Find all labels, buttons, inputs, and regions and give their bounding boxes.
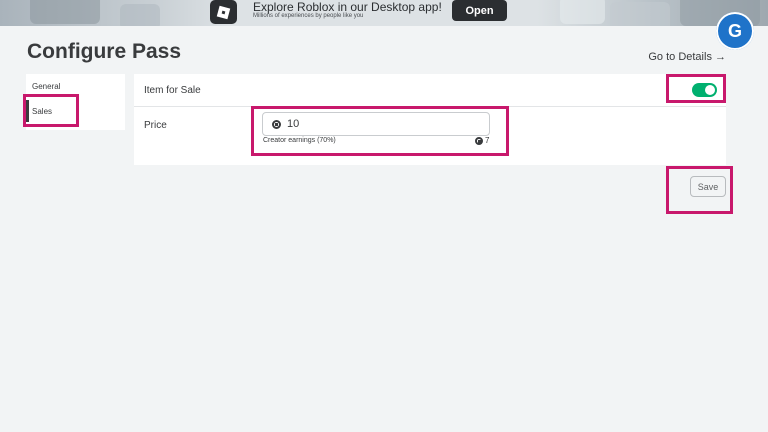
highlight-sale-toggle: [666, 74, 726, 103]
watermark-logo: G: [716, 12, 754, 50]
banner-subtitle: Millions of experiences by people like y…: [253, 13, 364, 19]
roblox-app-icon: [210, 0, 237, 24]
page-title: Configure Pass: [27, 40, 182, 63]
item-for-sale-label: Item for Sale: [144, 85, 201, 96]
open-app-button[interactable]: Open: [452, 0, 507, 21]
highlight-save-button: [666, 166, 733, 214]
desktop-app-banner: Explore Roblox in our Desktop app! Milli…: [0, 0, 768, 26]
highlight-price-field: [251, 106, 509, 156]
price-label: Price: [144, 120, 167, 131]
banner-title: Explore Roblox in our Desktop app!: [253, 0, 442, 14]
sidebar-item-general[interactable]: General: [32, 82, 60, 91]
go-to-details-link[interactable]: Go to Details →: [648, 51, 726, 63]
highlight-sales-tab: [23, 94, 79, 127]
